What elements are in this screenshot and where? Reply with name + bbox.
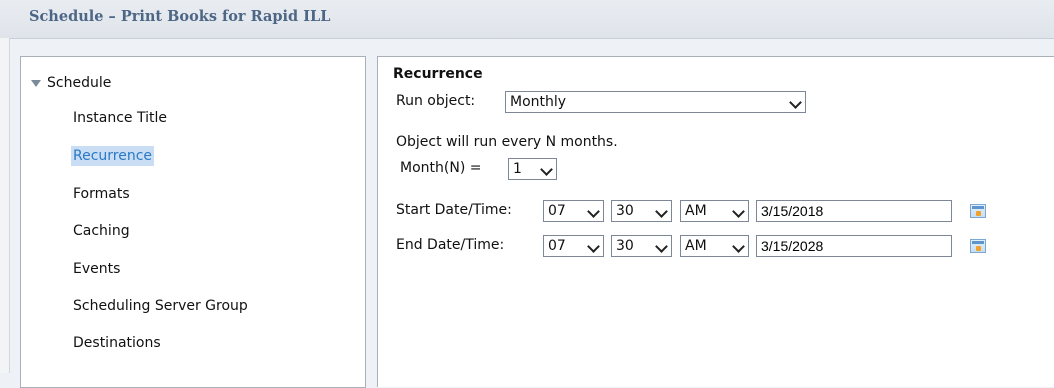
chevron-down-icon — [789, 96, 802, 109]
start-hour-value: 07 — [548, 203, 566, 219]
recurrence-description: Object will run every N months. — [396, 134, 618, 150]
calendar-icon[interactable] — [970, 239, 986, 253]
nav-item-destinations[interactable]: Destinations — [71, 333, 163, 353]
month-select[interactable]: 1 — [508, 158, 557, 180]
end-date-input[interactable] — [756, 235, 952, 257]
end-ampm-value: AM — [685, 238, 707, 254]
start-datetime-label: Start Date/Time: — [396, 202, 512, 218]
chevron-down-icon — [540, 163, 553, 176]
nav-item-caching[interactable]: Caching — [71, 221, 132, 241]
nav-item-instance-title[interactable]: Instance Title — [71, 108, 169, 128]
nav-item-scheduling-server-group[interactable]: Scheduling Server Group — [71, 296, 250, 316]
chevron-down-icon — [587, 240, 600, 253]
title-bar: Schedule – Print Books for Rapid ILL — [0, 0, 1054, 39]
run-object-label: Run object: — [396, 93, 476, 109]
end-minute-value: 30 — [616, 238, 634, 254]
triangle-down-icon[interactable] — [31, 79, 41, 87]
chevron-down-icon — [732, 205, 745, 218]
calendar-icon[interactable] — [970, 204, 986, 218]
run-object-select[interactable]: Monthly — [505, 91, 806, 113]
end-minute-select[interactable]: 30 — [611, 235, 672, 257]
section-heading: Recurrence — [393, 66, 483, 82]
start-minute-value: 30 — [616, 203, 634, 219]
chevron-down-icon — [655, 240, 668, 253]
start-date-input[interactable] — [756, 200, 952, 222]
start-ampm-select[interactable]: AM — [680, 200, 749, 222]
end-ampm-select[interactable]: AM — [680, 235, 749, 257]
nav-item-formats[interactable]: Formats — [71, 184, 132, 204]
window-edge — [0, 38, 10, 373]
nav-item-recurrence[interactable]: Recurrence — [71, 146, 155, 166]
recurrence-panel: Recurrence Run object: Monthly Object wi… — [377, 56, 1054, 387]
tree-root-label: Schedule — [47, 75, 112, 91]
start-hour-select[interactable]: 07 — [543, 200, 604, 222]
month-label: Month(N) = — [400, 160, 482, 176]
navigation-panel: Schedule Instance Title Recurrence Forma… — [20, 56, 366, 388]
chevron-down-icon — [587, 205, 600, 218]
tree-root-schedule[interactable]: Schedule — [31, 75, 111, 91]
nav-item-events[interactable]: Events — [71, 259, 122, 279]
end-datetime-label: End Date/Time: — [396, 237, 505, 253]
run-object-value: Monthly — [510, 94, 567, 110]
start-ampm-value: AM — [685, 203, 707, 219]
window-title: Schedule – Print Books for Rapid ILL — [29, 8, 331, 25]
start-minute-select[interactable]: 30 — [611, 200, 672, 222]
end-hour-value: 07 — [548, 238, 566, 254]
chevron-down-icon — [655, 205, 668, 218]
chevron-down-icon — [732, 240, 745, 253]
month-value: 1 — [513, 161, 522, 177]
end-hour-select[interactable]: 07 — [543, 235, 604, 257]
